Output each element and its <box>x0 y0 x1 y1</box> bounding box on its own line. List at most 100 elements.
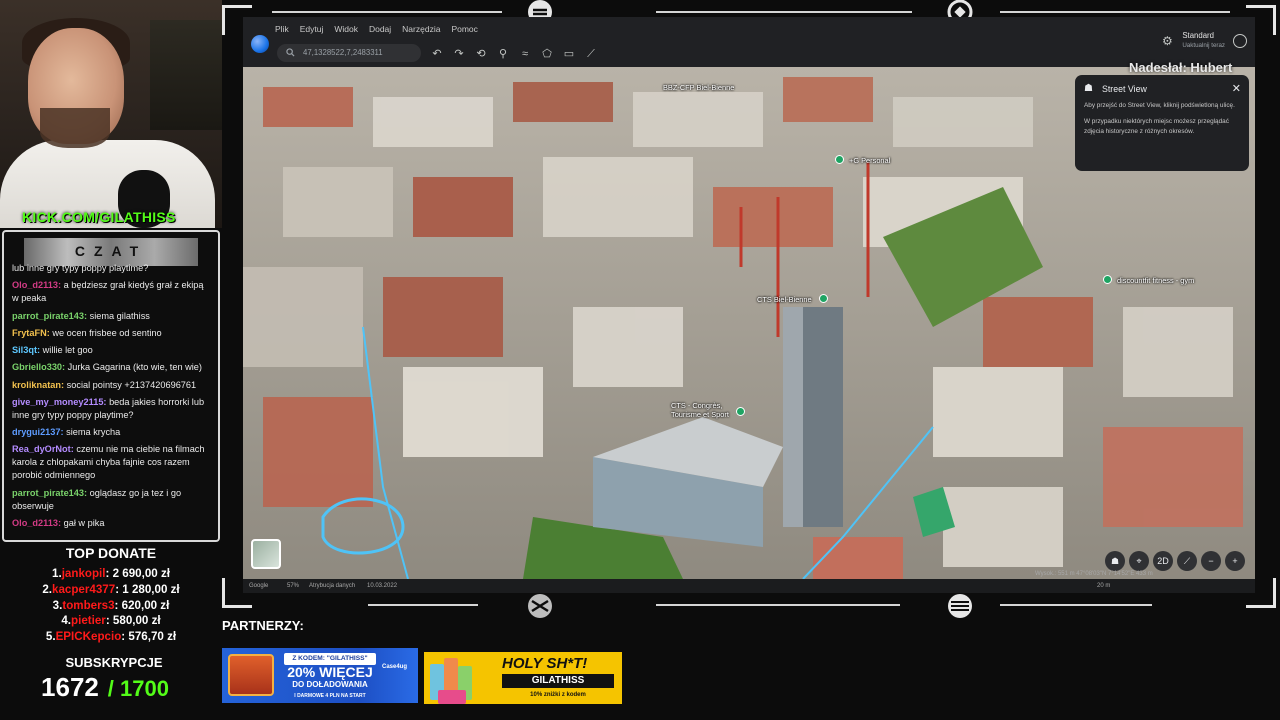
chat-message: Rea_dyOrNot: czemu nie ma ciebie na film… <box>12 443 212 482</box>
donate-name: jankopil <box>61 567 106 580</box>
webcam-feed <box>0 0 222 228</box>
chat-username[interactable]: Sil3qt: <box>12 345 40 355</box>
subs-title: SUBSKRYPCJE <box>65 655 163 670</box>
chat-message: give_my_money2115: beda jakies horrorki … <box>12 396 212 422</box>
donate-name: tombers3 <box>62 598 115 612</box>
donate-amount: 2 690,00 zł <box>112 567 170 580</box>
undo-icon[interactable]: ↶ <box>429 46 445 62</box>
chat-username[interactable]: give_my_money2115: <box>12 397 107 407</box>
measure-icon[interactable]: ⟋ <box>583 46 599 62</box>
menu-item[interactable]: Pomoc <box>451 24 477 34</box>
scale-label: 20 m <box>1097 583 1111 589</box>
chat-message: Sil3qt: willie let goo <box>12 344 212 357</box>
banner1-mid: DO DOŁADOWANIA <box>292 680 368 689</box>
donate-row: 5.EPICKepcio: 576,70 zł <box>45 630 177 644</box>
place-label[interactable]: discountfit fitness - gym <box>1117 276 1194 285</box>
chat-username[interactable]: Olo_d2113: <box>12 518 61 528</box>
chat-username[interactable]: parrot_pirate143: <box>12 311 87 321</box>
place-pin-icon[interactable] <box>1103 275 1112 284</box>
place-label[interactable]: CTS - Congrès, Tourisme et Sport <box>671 401 737 419</box>
donate-rank: 3. <box>52 598 63 612</box>
layer-thumbnail[interactable] <box>251 539 281 569</box>
history-icon[interactable]: ⟲ <box>473 46 489 62</box>
partner-banner-holy[interactable]: HOLY SH*T! GILATHISS 10% zniżki z kodem <box>424 652 622 704</box>
subs-goal: / 1700 <box>107 676 169 701</box>
avatar-icon[interactable] <box>1233 34 1247 48</box>
chat-username[interactable]: kroliknatan: <box>12 380 64 390</box>
partners-label: PARTNERZY: <box>222 618 304 633</box>
search-input[interactable]: 47,1328522,7,2483311 <box>277 44 421 62</box>
donate-row: 2.kacper4377: 1 280,00 zł <box>42 582 180 596</box>
streamer-beard <box>40 108 110 148</box>
banner2-code: GILATHISS <box>502 674 614 688</box>
account-area: ⚙ Standard Uaktualnij teraz <box>1160 17 1247 65</box>
load-percent: 57% <box>287 583 300 589</box>
donate-rank: 1. <box>52 567 62 580</box>
place-pin-icon[interactable] <box>736 407 745 416</box>
earth-globe-icon[interactable] <box>251 35 269 53</box>
zoom-out-button[interactable]: − <box>1201 551 1221 571</box>
donate-amount: 620,00 zł <box>121 598 170 612</box>
pegman-icon: ☗ <box>1084 83 1093 94</box>
menu-item[interactable]: Plik <box>275 24 289 34</box>
mode-toggle-button[interactable]: 2D <box>1153 551 1173 571</box>
place-label[interactable]: BBZ-CFP Biel-Bienne <box>663 83 734 92</box>
chat-text: siema krycha <box>66 427 121 438</box>
chat-username[interactable]: FrytaFN: <box>12 328 50 338</box>
close-icon[interactable]: ✕ <box>1232 82 1241 95</box>
chat-message: Olo_d2113: a będziesz grał kiedyś grał z… <box>12 279 212 305</box>
menu-list: Plik Edytuj Widok Dodaj Narzędzia Pomoc <box>275 24 478 34</box>
pegman-control-icon[interactable]: ☗ <box>1105 551 1125 571</box>
gear-icon[interactable]: ⚙ <box>1160 34 1174 48</box>
donate-rank: 5. <box>45 630 56 644</box>
place-pin-icon[interactable] <box>835 155 844 164</box>
google-logo: Google <box>249 583 269 589</box>
menu-item[interactable]: Widok <box>334 24 358 34</box>
chat-text: Jurka Gagarina (kto wie, ten wie) <box>67 362 202 373</box>
compass-icon[interactable]: ⌖ <box>1129 551 1149 571</box>
chat-text: we ocen frisbee od sentino <box>52 327 162 338</box>
menu-item[interactable]: Edytuj <box>300 24 324 34</box>
placemark-icon[interactable]: ⚲ <box>495 46 511 62</box>
tilt-icon[interactable]: ⟋ <box>1177 551 1197 571</box>
chat-username[interactable]: Olo_d2113: <box>12 280 61 290</box>
attribution-link[interactable]: Atrybucja danych <box>309 583 355 589</box>
chat-username[interactable]: parrot_pirate143: <box>12 488 87 498</box>
top-donate-title: TOP DONATE <box>65 545 157 561</box>
banner2-headline: HOLY SH*T! <box>502 655 588 672</box>
polygon-icon[interactable]: ⬠ <box>539 46 555 62</box>
search-value: 47,1328522,7,2483311 <box>303 48 383 57</box>
donate-rank: 4. <box>61 614 72 628</box>
search-icon <box>286 48 295 57</box>
chat-text: willie let goo <box>42 345 93 356</box>
chat-message: Gbriello330: Jurka Gagarina (kto wie, te… <box>12 361 212 374</box>
chat-message: parrot_pirate143: siema gilathiss <box>12 310 212 323</box>
chat-username[interactable]: Rea_dyOrNot: <box>12 444 74 454</box>
partner-banner-case[interactable]: Z KODEM: "GILATHISS" 20% WIĘCEJ DO DOŁAD… <box>222 648 418 703</box>
toolbar: 47,1328522,7,2483311 ↶ ↷ ⟲ ⚲ ≈ ⬠ ▭ ⟋ ⌃ <box>243 41 1255 80</box>
place-label[interactable]: +G Personal <box>849 156 890 165</box>
background-shelf <box>150 20 222 130</box>
zoom-in-button[interactable]: + <box>1225 551 1245 571</box>
chat-message: kroliknatan: social pointsy +21374206967… <box>12 379 212 392</box>
waves-logo-icon <box>945 591 975 621</box>
chat-message: lub inne gry typy poppy playtime? <box>12 262 212 275</box>
place-label[interactable]: CTS Biel-Bienne <box>757 295 812 304</box>
path-icon[interactable]: ≈ <box>517 46 533 62</box>
menu-item[interactable]: Dodaj <box>369 24 391 34</box>
overlay-icon[interactable]: ▭ <box>561 46 577 62</box>
status-bar: Google 57% Atrybucja danych 10.03.2022 2… <box>243 571 1255 593</box>
chat-username[interactable]: drygui2137: <box>12 427 64 437</box>
banner1-logo: Case4ug <box>382 664 408 670</box>
account-upgrade: Uaktualnij teraz <box>1182 42 1225 49</box>
donate-row: 4.pietier: 580,00 zł <box>61 614 161 628</box>
chat-username[interactable]: Gbriello330: <box>12 362 65 372</box>
banner2-small: 10% zniżki z kodem <box>530 692 586 698</box>
treasure-chest-icon <box>228 654 274 696</box>
menu-item[interactable]: Narzędzia <box>402 24 440 34</box>
place-pin-icon[interactable] <box>819 294 828 303</box>
redo-icon[interactable]: ↷ <box>451 46 467 62</box>
submitted-by: Nadesłał: Hubert <box>1129 60 1233 75</box>
account-label-block[interactable]: Standard Uaktualnij teraz <box>1182 31 1225 51</box>
chat-messages: lub inne gry typy poppy playtime? Olo_d21… <box>12 262 212 534</box>
